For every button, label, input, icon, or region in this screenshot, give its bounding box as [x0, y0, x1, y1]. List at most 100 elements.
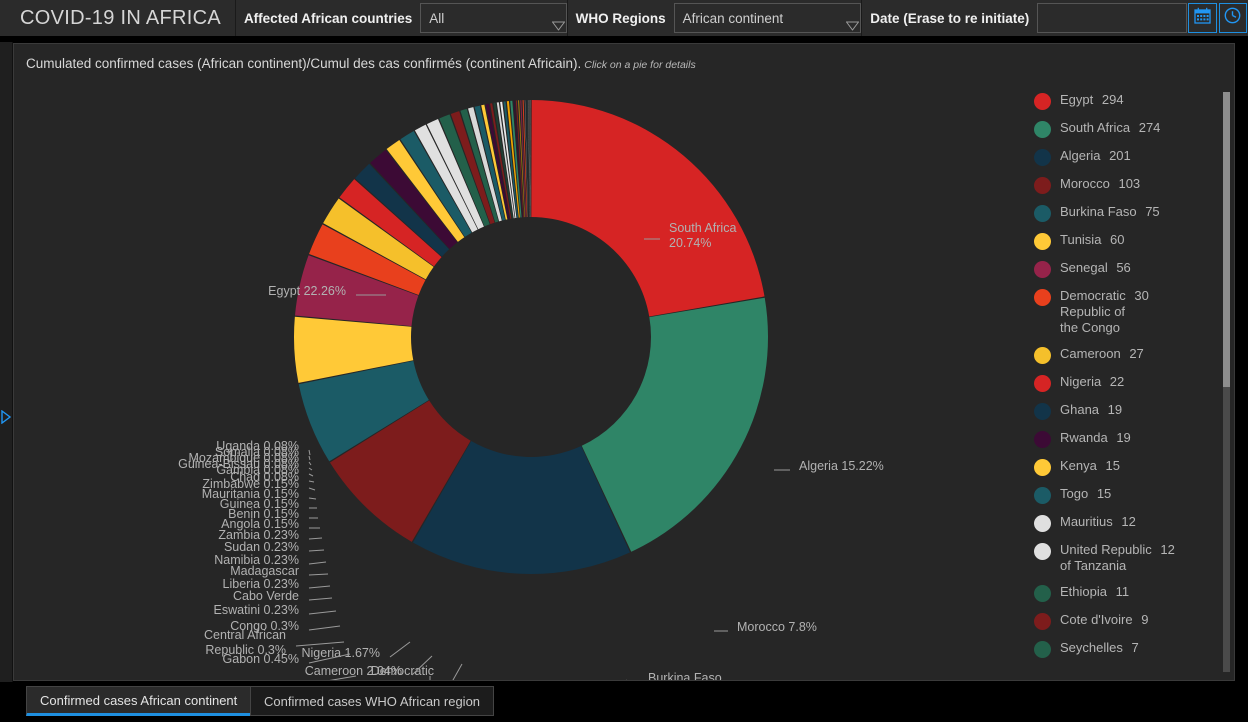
legend-item[interactable]: Burkina Faso 75 [1034, 204, 1224, 222]
donut-slice[interactable] [528, 100, 530, 218]
legend-item[interactable]: Seychelles 7 [1034, 640, 1224, 658]
expand-panel-icon[interactable] [1, 409, 12, 425]
legend-label: Tunisia 60 [1060, 232, 1125, 247]
label-leader-line [308, 467, 313, 471]
clock-icon [1224, 7, 1241, 29]
legend-label: Ethiopia 11 [1060, 584, 1130, 599]
legend-label: Morocco 103 [1060, 176, 1141, 191]
legend-item[interactable]: Cote d'Ivoire 9 [1034, 612, 1224, 630]
legend-item[interactable]: Cameroon 27 [1034, 346, 1224, 364]
legend-label: Algeria 201 [1060, 148, 1131, 163]
legend-label: Democratic 30 Republic of the Congo [1060, 288, 1149, 335]
country-filter-select[interactable]: All [420, 3, 567, 33]
label-leader-line [308, 585, 331, 589]
top-toolbar: COVID-19 IN AFRICA Affected African coun… [0, 0, 1248, 36]
legend-label: Cameroon 27 [1060, 346, 1144, 361]
legend-swatch [1034, 515, 1051, 532]
label-leader-line [308, 537, 323, 540]
slice-label: Cameroon 2.04% [305, 664, 402, 678]
chart-legend[interactable]: Egypt 294 South Africa 274 Algeria 201 Moro… [1034, 92, 1224, 672]
legend-item[interactable]: Morocco 103 [1034, 176, 1224, 194]
legend-label: Mauritius 12 [1060, 514, 1136, 529]
tab-confirmed-cases-african-continent[interactable]: Confirmed cases African continent [26, 686, 252, 716]
legend-label: Nigeria 22 [1060, 374, 1125, 389]
legend-label: Seychelles 7 [1060, 640, 1139, 655]
chart-title: Cumulated confirmed cases (African conti… [26, 56, 696, 71]
legend-item[interactable]: Democratic 30 Republic of the Congo [1034, 288, 1224, 336]
legend-swatch [1034, 543, 1051, 560]
legend-swatch [1034, 459, 1051, 476]
chevron-down-icon-2 [840, 15, 860, 31]
label-leader-line [308, 549, 325, 552]
who-regions-label: WHO Regions [575, 10, 666, 26]
label-leader-line [389, 641, 411, 658]
legend-label: Egypt 294 [1060, 92, 1124, 107]
bottom-tab-bar: Confirmed cases African continent Confir… [0, 682, 1248, 722]
legend-scrollbar[interactable] [1223, 92, 1230, 672]
chart-title-hint: Click on a pie for details [584, 59, 696, 71]
slice-label: Eswatini 0.23% [214, 603, 299, 617]
label-leader-line [308, 573, 329, 576]
slice-label: Burkina Faso5.68% [648, 671, 722, 680]
slice-label: Namibia 0.23% [214, 553, 299, 567]
legend-item[interactable]: Tunisia 60 [1034, 232, 1224, 250]
legend-label: United Republic 12 of Tanzania [1060, 542, 1175, 573]
slice-label: Algeria 15.22% [799, 459, 884, 473]
donut-chart-svg[interactable]: Egypt 22.26%South Africa 20.74%Algeria 15… [14, 76, 1019, 680]
legend-item[interactable]: United Republic 12 of Tanzania [1034, 542, 1224, 574]
label-leader-line [308, 597, 333, 601]
legend-swatch [1034, 93, 1051, 110]
legend-item[interactable]: Algeria 201 [1034, 148, 1224, 166]
label-leader-line [308, 487, 316, 491]
legend-item[interactable]: Kenya 15 [1034, 458, 1224, 476]
donut-slices[interactable] [293, 100, 768, 574]
chart-title-text: Cumulated confirmed cases (African conti… [26, 56, 582, 71]
label-leader-line [308, 461, 312, 466]
slice-label: Morocco 7.8% [737, 620, 817, 634]
tab-confirmed-cases-who-african-region[interactable]: Confirmed cases WHO African region [250, 686, 495, 716]
label-leader-line [308, 449, 311, 456]
legend-item[interactable]: Rwanda 19 [1034, 430, 1224, 448]
left-panel-rail[interactable] [0, 42, 13, 682]
legend-label: Ghana 19 [1060, 402, 1123, 417]
slice-label: Uganda 0.08% [216, 439, 299, 453]
slice-label: Congo 0.3% [230, 619, 299, 633]
donut-slice[interactable] [531, 100, 765, 317]
date-input[interactable] [1037, 3, 1188, 33]
label-leader-line [308, 480, 315, 483]
legend-swatch [1034, 487, 1051, 504]
who-regions-select[interactable]: African continent [673, 3, 862, 33]
legend-label: Senegal 56 [1060, 260, 1131, 275]
slice-label: Sudan 0.23% [224, 540, 299, 554]
legend-swatch [1034, 431, 1051, 448]
legend-item[interactable]: South Africa 274 [1034, 120, 1224, 138]
legend-swatch [1034, 585, 1051, 602]
legend-swatch [1034, 403, 1051, 420]
label-leader-line [452, 663, 463, 680]
legend-item[interactable]: Ethiopia 11 [1034, 584, 1224, 602]
legend-label: South Africa 274 [1060, 120, 1161, 135]
legend-item[interactable]: Senegal 56 [1034, 260, 1224, 278]
donut-labels: Egypt 22.26%South Africa 20.74%Algeria 15… [178, 221, 884, 680]
legend-swatch [1034, 121, 1051, 138]
chevron-down-icon [546, 15, 565, 31]
dashboard-root: COVID-19 IN AFRICA Affected African coun… [0, 0, 1248, 722]
legend-label: Togo 15 [1060, 486, 1112, 501]
legend-item[interactable]: Mauritius 12 [1034, 514, 1224, 532]
label-leader-line [308, 625, 341, 631]
slice-label: Liberia 0.23% [223, 577, 299, 591]
legend-item[interactable]: Ghana 19 [1034, 402, 1224, 420]
clock-icon-button[interactable] [1218, 3, 1248, 33]
legend-scroll-thumb[interactable] [1223, 92, 1230, 387]
legend-item[interactable]: Egypt 294 [1034, 92, 1224, 110]
calendar-icon-button[interactable] [1188, 3, 1217, 33]
legend-scroll-track[interactable] [1223, 387, 1230, 672]
legend-swatch [1034, 289, 1051, 306]
legend-item[interactable]: Nigeria 22 [1034, 374, 1224, 392]
label-leader-line [308, 610, 337, 615]
legend-label: Rwanda 19 [1060, 430, 1131, 445]
legend-label: Kenya 15 [1060, 458, 1120, 473]
slice-label: Nigeria 1.67% [301, 646, 380, 660]
donut-chart[interactable]: Egypt 22.26% South Africa 20.74% Algeria 15… [14, 76, 1019, 680]
legend-item[interactable]: Togo 15 [1034, 486, 1224, 504]
